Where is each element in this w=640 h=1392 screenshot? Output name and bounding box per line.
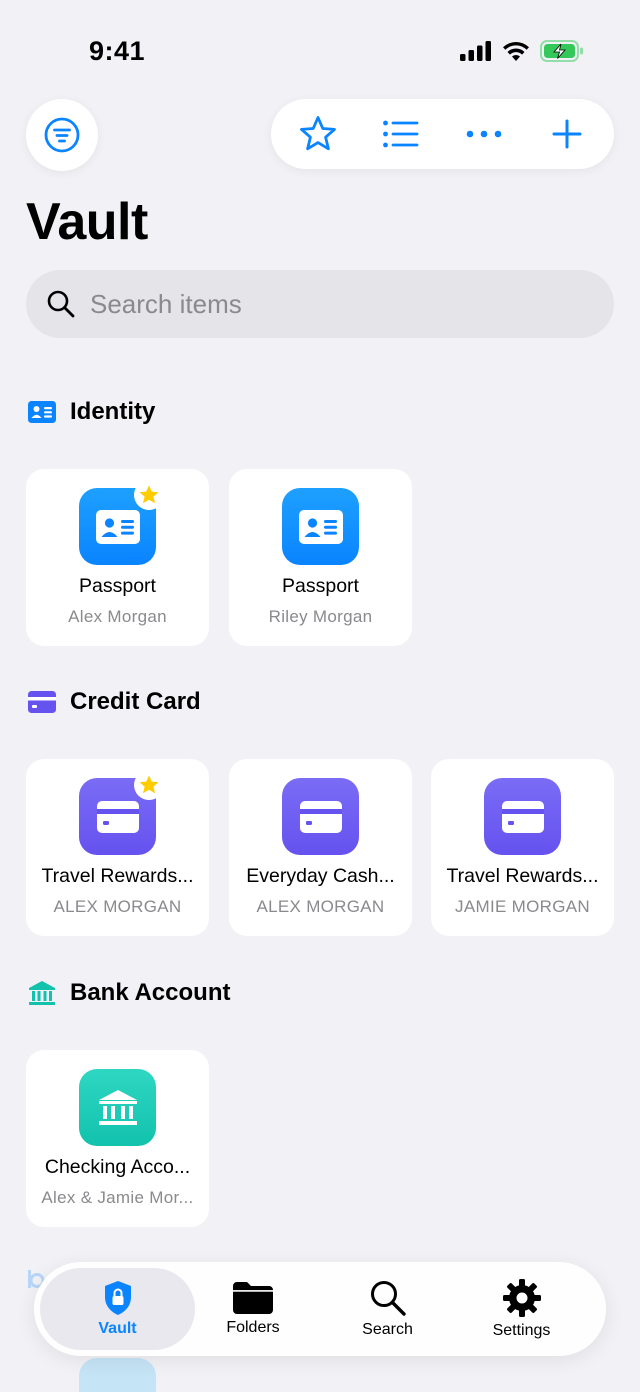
filter-lines-icon: [44, 117, 80, 153]
credit-card-tile: [282, 778, 359, 855]
shield-lock-icon: [104, 1281, 131, 1315]
credit-card-icon: [501, 800, 544, 833]
list-view-button[interactable]: [371, 104, 431, 164]
gear-icon: [502, 1279, 541, 1317]
battery-charging-icon: [540, 40, 583, 62]
page-title: Vault: [26, 193, 148, 251]
credit-card-icon: [96, 800, 139, 833]
cellular-signal-icon: [460, 41, 491, 61]
item-subtitle: Alex & Jamie Mor...: [41, 1188, 194, 1207]
folder-icon: [233, 1282, 273, 1314]
list-icon: [383, 120, 419, 148]
star-filled-icon: [139, 485, 159, 504]
identity-tile: [282, 488, 359, 565]
section-title: Bank Account: [70, 979, 231, 1006]
tab-label: Settings: [492, 1322, 551, 1339]
search-bar[interactable]: [26, 270, 614, 338]
section-header-bank-account: Bank Account: [28, 979, 230, 1007]
item-title: Travel Rewards...: [41, 865, 194, 887]
tab-label: Search: [362, 1321, 413, 1338]
vault-item-card[interactable]: Passport Riley Morgan: [229, 469, 412, 646]
search-icon: [47, 290, 75, 318]
vault-item-card[interactable]: Checking Acco... Alex & Jamie Mor...: [26, 1050, 209, 1227]
tab-folders[interactable]: Folders: [184, 1268, 322, 1350]
vault-item-card[interactable]: Travel Rewards... ALEX MORGAN: [26, 759, 209, 936]
id-card-icon: [28, 401, 56, 423]
vault-item-card[interactable]: Passport Alex Morgan: [26, 469, 209, 646]
item-title: Travel Rewards...: [446, 865, 599, 887]
search-input[interactable]: [90, 288, 570, 320]
star-icon: [300, 116, 337, 151]
favorites-button[interactable]: [288, 104, 348, 164]
tab-label: Vault: [98, 1320, 137, 1337]
top-toolbar: [271, 99, 614, 169]
tab-search[interactable]: Search: [320, 1268, 455, 1350]
filter-button[interactable]: [26, 99, 98, 171]
favorite-badge: [134, 480, 164, 510]
id-card-icon: [95, 509, 140, 544]
vault-item-card[interactable]: Everyday Cash... ALEX MORGAN: [229, 759, 412, 936]
item-subtitle: Riley Morgan: [268, 607, 373, 626]
wifi-icon: [503, 41, 529, 61]
tab-bar: Vault Folders Search Settings: [34, 1262, 606, 1356]
bank-tile: [79, 1069, 156, 1146]
plus-icon: [552, 119, 582, 149]
status-time: 9:41: [89, 36, 146, 66]
vault-item-card[interactable]: Travel Rewards... JAMIE MORGAN: [431, 759, 614, 936]
add-item-button[interactable]: [537, 104, 597, 164]
item-subtitle: ALEX MORGAN: [256, 897, 385, 916]
item-title: Everyday Cash...: [246, 865, 395, 887]
item-subtitle: JAMIE MORGAN: [455, 897, 590, 916]
id-card-icon: [298, 509, 343, 544]
tab-settings[interactable]: Settings: [454, 1268, 589, 1350]
next-item-tile-peek: [79, 1358, 156, 1392]
item-subtitle: Alex Morgan: [68, 607, 167, 626]
section-header-credit-card: Credit Card: [28, 688, 201, 716]
tab-label: Folders: [226, 1319, 280, 1336]
credit-card-icon: [299, 800, 342, 833]
item-subtitle: ALEX MORGAN: [53, 897, 182, 916]
more-button[interactable]: [454, 104, 514, 164]
credit-card-icon: [28, 691, 56, 713]
ellipsis-icon: [466, 130, 502, 138]
bank-icon: [98, 1089, 137, 1125]
bank-icon: [29, 981, 55, 1005]
item-title: Passport: [79, 575, 156, 597]
favorite-badge: [134, 770, 164, 800]
section-title: Credit Card: [70, 688, 201, 715]
section-header-identity: Identity: [28, 398, 155, 426]
star-filled-icon: [139, 775, 159, 794]
item-title: Checking Acco...: [44, 1156, 191, 1178]
search-icon: [370, 1281, 406, 1316]
section-title: Identity: [70, 398, 156, 425]
credit-card-tile: [484, 778, 561, 855]
tab-vault[interactable]: Vault: [40, 1268, 195, 1350]
status-icons: [460, 40, 584, 62]
item-title: Passport: [282, 575, 359, 597]
